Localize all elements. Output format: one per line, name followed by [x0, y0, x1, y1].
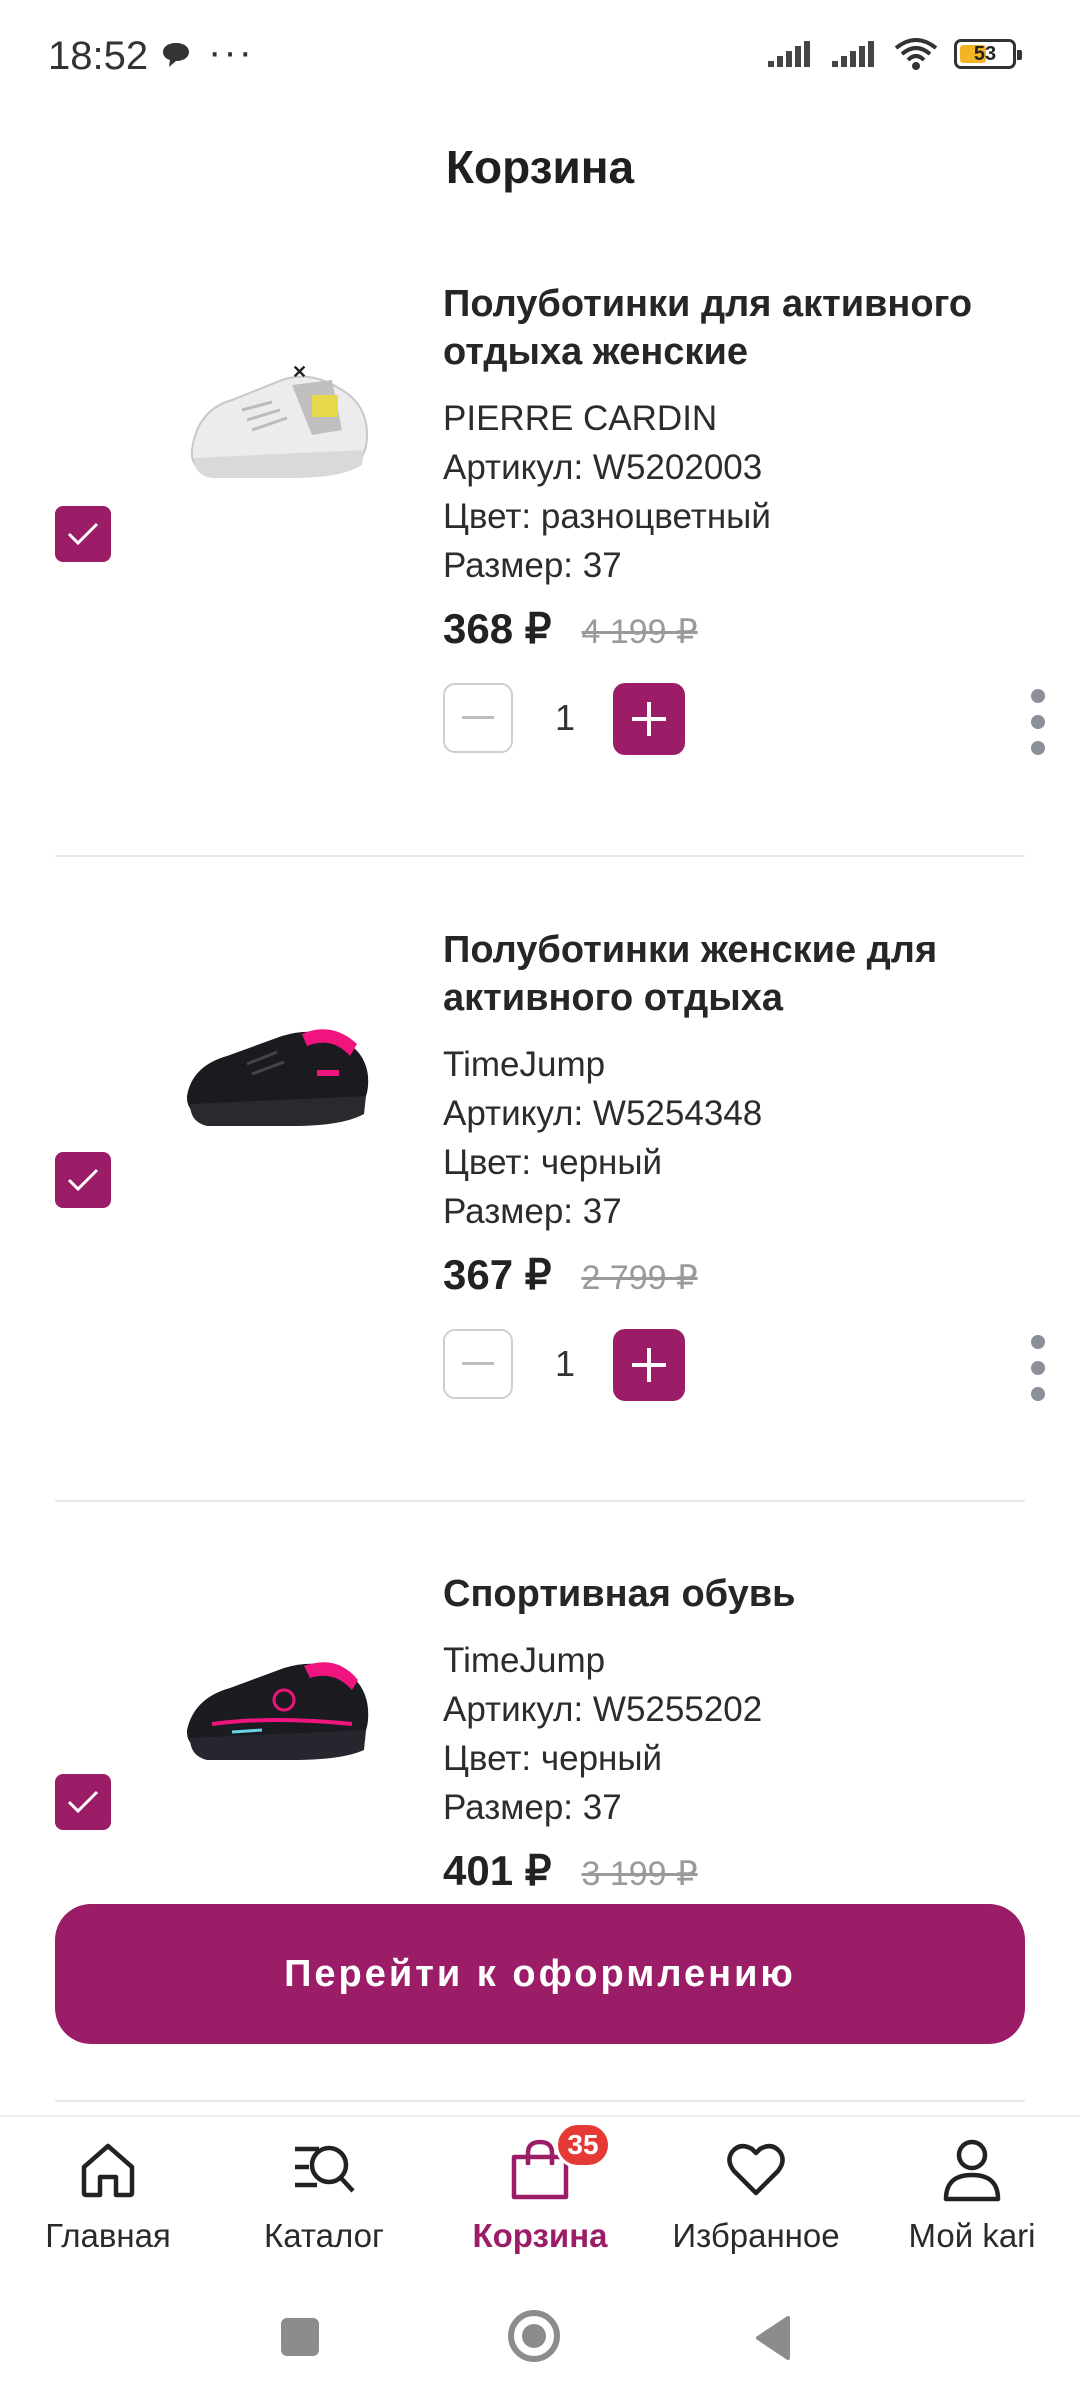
home-button[interactable] [508, 2310, 560, 2362]
quantity-value: 1 [554, 697, 576, 738]
minus-icon [462, 716, 494, 719]
item-article: Артикул: W5254348 [443, 1094, 763, 1133]
tab-label: Мой kari [908, 2217, 1036, 2254]
plus-icon [632, 702, 666, 736]
increase-quantity-button[interactable] [613, 683, 685, 755]
battery-icon: 53 [954, 39, 1022, 69]
heart-icon [727, 2143, 785, 2196]
item-name[interactable]: Полуботинки для активного отдыха женские [443, 280, 1023, 376]
item-info: Спортивная обувь TimeJump Артикул: W5255… [443, 1570, 1023, 1895]
item-checkbox[interactable] [55, 1152, 111, 1208]
cart-count-badge: 35 [555, 2122, 611, 2168]
tab-label: Главная [45, 2217, 171, 2254]
item-brand: TimeJump [443, 1045, 606, 1084]
item-more-menu-icon[interactable] [1023, 1335, 1053, 1401]
status-bar: 18:52 ··· 53 [0, 0, 1080, 110]
system-nav-bar [0, 2290, 1080, 2400]
decrease-quantity-button[interactable] [443, 1329, 513, 1399]
item-color: Цвет: черный [443, 1739, 663, 1778]
divider [55, 1500, 1025, 1502]
page-title: Корзина [445, 141, 635, 193]
checkmark-icon [67, 522, 99, 546]
svg-text:✕: ✕ [292, 362, 307, 382]
item-price: 367 ₽ [443, 1251, 552, 1298]
quantity-value: 1 [554, 1343, 576, 1384]
item-color: Цвет: черный [443, 1143, 663, 1182]
decrease-quantity-button[interactable] [443, 683, 513, 753]
item-checkbox[interactable] [55, 1774, 111, 1830]
wifi-icon [894, 38, 938, 70]
checkmark-icon [67, 1168, 99, 1192]
item-old-price: 3 199 ₽ [581, 1855, 698, 1893]
item-size: Размер: 37 [443, 546, 622, 585]
chat-bubble-icon [163, 43, 189, 67]
minus-icon [462, 1362, 494, 1365]
item-brand: PIERRE CARDIN [443, 399, 718, 438]
profile-icon [943, 2139, 1001, 2202]
signal-icon [768, 41, 810, 67]
item-info: Полуботинки для активного отдыха женские… [443, 280, 1045, 757]
tab-label: Каталог [264, 2217, 384, 2254]
plus-icon [632, 1348, 666, 1382]
checkmark-icon [67, 1790, 99, 1814]
divider [55, 855, 1025, 857]
item-name[interactable]: Полуботинки женские для активного отдыха [443, 926, 1023, 1022]
signal-icon-2 [832, 41, 874, 67]
home-icon [81, 2143, 135, 2198]
status-time: 18:52 [48, 34, 149, 78]
white-sneaker-image[interactable]: ✕ [172, 340, 382, 510]
quantity-stepper: 1 [443, 1329, 1045, 1403]
black-pink-sneaker-image[interactable] [172, 986, 382, 1156]
battery-level: 53 [973, 43, 997, 65]
item-article: Артикул: W5255202 [443, 1690, 763, 1729]
item-price: 368 ₽ [443, 605, 552, 652]
increase-quantity-button[interactable] [613, 1329, 685, 1401]
item-old-price: 4 199 ₽ [581, 613, 698, 651]
quantity-stepper: 1 [443, 683, 1045, 757]
item-old-price: 2 799 ₽ [581, 1259, 698, 1297]
back-button[interactable] [752, 2314, 792, 2362]
more-notifications-icon: ··· [208, 30, 254, 74]
item-article: Артикул: W5202003 [443, 448, 763, 487]
tab-cart[interactable]: Корзина [432, 2117, 648, 2287]
bottom-nav: Главная Каталог Корзина Избранное Мой ka… [0, 2115, 1080, 2287]
item-size: Размер: 37 [443, 1192, 622, 1231]
black-pink-sport-shoe-image[interactable] [172, 1620, 382, 1790]
tab-home[interactable]: Главная [0, 2117, 216, 2287]
tab-catalog[interactable]: Каталог [216, 2117, 432, 2287]
checkout-button[interactable]: Перейти к оформлению [55, 1904, 1025, 2044]
tab-favorites[interactable]: Избранное [648, 2117, 864, 2287]
tab-label: Избранное [672, 2217, 840, 2254]
item-checkbox[interactable] [55, 506, 111, 562]
item-name[interactable]: Спортивная обувь [443, 1570, 1023, 1618]
tab-profile[interactable]: Мой kari [864, 2117, 1080, 2287]
item-info: Полуботинки женские для активного отдыха… [443, 926, 1045, 1403]
item-color: Цвет: разноцветный [443, 497, 771, 536]
item-more-menu-icon[interactable] [1023, 689, 1053, 755]
item-size: Размер: 37 [443, 1788, 622, 1827]
divider [55, 2100, 1025, 2102]
item-brand: TimeJump [443, 1641, 606, 1680]
status-icons: 53 [766, 38, 1022, 70]
recents-button[interactable] [281, 2318, 319, 2356]
tab-label: Корзина [472, 2217, 608, 2254]
item-price: 401 ₽ [443, 1847, 552, 1894]
catalog-search-icon [295, 2145, 355, 2193]
